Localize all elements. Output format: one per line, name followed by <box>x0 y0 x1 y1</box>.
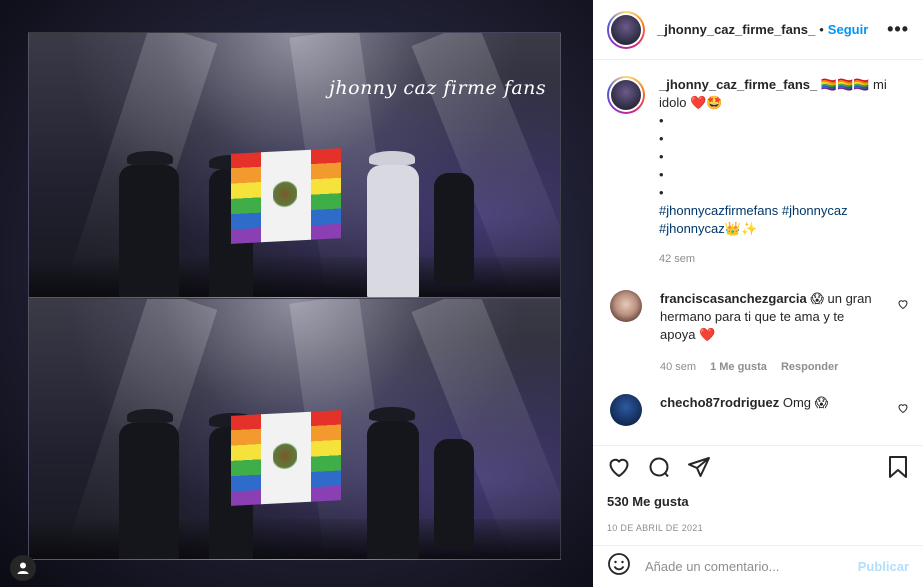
caption-text-line2: idolo ❤️🤩 <box>659 95 723 110</box>
header-separator: • <box>819 22 824 37</box>
comment-item: checho87rodriguez Omg 😱 <box>607 394 909 426</box>
caption-bullet: • <box>659 149 664 164</box>
caption-bullet: • <box>659 185 664 200</box>
comment-username[interactable]: franciscasanchezgarcia <box>660 291 807 306</box>
reply-button[interactable]: Responder <box>781 358 838 376</box>
post-actions: 530 Me gusta 10 DE ABRIL DE 2021 <box>593 445 923 545</box>
caption-time[interactable]: 42 sem <box>659 250 695 268</box>
comment-time[interactable]: 40 sem <box>660 358 696 376</box>
share-icon[interactable] <box>687 455 711 484</box>
comment-text: Omg 😱 <box>782 395 829 410</box>
caption-text: 🏳️‍🌈🏳️‍🌈🏳️‍🌈 mi <box>820 77 887 92</box>
heart-icon[interactable] <box>897 290 909 376</box>
caption-username[interactable]: _jhonny_caz_firme_fans_ <box>659 77 817 92</box>
caption-bullet: • <box>659 131 664 146</box>
comment-likes[interactable]: 1 Me gusta <box>710 358 767 376</box>
bookmark-icon[interactable] <box>887 455 909 484</box>
comment-input[interactable] <box>645 559 858 574</box>
caption-avatar[interactable] <box>607 76 645 114</box>
caption: _jhonny_caz_firme_fans_ 🏳️‍🌈🏳️‍🌈🏳️‍🌈 mi … <box>607 76 909 268</box>
add-comment-bar: Publicar <box>593 545 923 587</box>
flag-graphic <box>231 410 341 506</box>
flag-graphic <box>231 148 341 244</box>
caption-hashtags[interactable]: #jhonnycazfirmefans #jhonnycaz <box>659 202 887 220</box>
commenter-avatar[interactable] <box>610 290 642 322</box>
caption-bullet: • <box>659 167 664 182</box>
comment-icon[interactable] <box>647 455 671 484</box>
watermark-text: jhonny caz firme fans <box>329 77 547 99</box>
media-frame-bottom <box>28 298 561 560</box>
emoji-icon[interactable] <box>607 552 631 581</box>
post-date: 10 DE ABRIL DE 2021 <box>607 523 703 533</box>
caption-bullet: • <box>659 113 664 128</box>
post-header: _jhonny_caz_firme_fans_ • Seguir ••• <box>593 0 923 60</box>
follow-button[interactable]: Seguir <box>828 22 868 37</box>
comment-item: franciscasanchezgarcia 😱 un gran hermano… <box>607 290 909 376</box>
comments-scroll[interactable]: _jhonny_caz_firme_fans_ 🏳️‍🌈🏳️‍🌈🏳️‍🌈 mi … <box>593 60 923 445</box>
caption-hashtags-line2[interactable]: #jhonnycaz👑✨ <box>659 220 887 238</box>
more-options-icon[interactable]: ••• <box>887 19 909 40</box>
likes-count[interactable]: 530 Me gusta <box>607 494 909 509</box>
comment-username[interactable]: checho87rodriguez <box>660 395 779 410</box>
user-icon[interactable] <box>10 555 36 581</box>
media-frame-top: jhonny caz firme fans <box>28 32 561 298</box>
heart-icon[interactable] <box>897 394 909 426</box>
author-avatar[interactable] <box>607 10 645 49</box>
commenter-avatar[interactable] <box>610 394 642 426</box>
publish-button[interactable]: Publicar <box>858 559 909 574</box>
author-username[interactable]: _jhonny_caz_firme_fans_ <box>657 22 815 37</box>
heart-icon[interactable] <box>607 455 631 484</box>
post-panel: _jhonny_caz_firme_fans_ • Seguir ••• _jh… <box>593 0 923 587</box>
post-media[interactable]: jhonny caz firme fans <box>0 0 593 587</box>
